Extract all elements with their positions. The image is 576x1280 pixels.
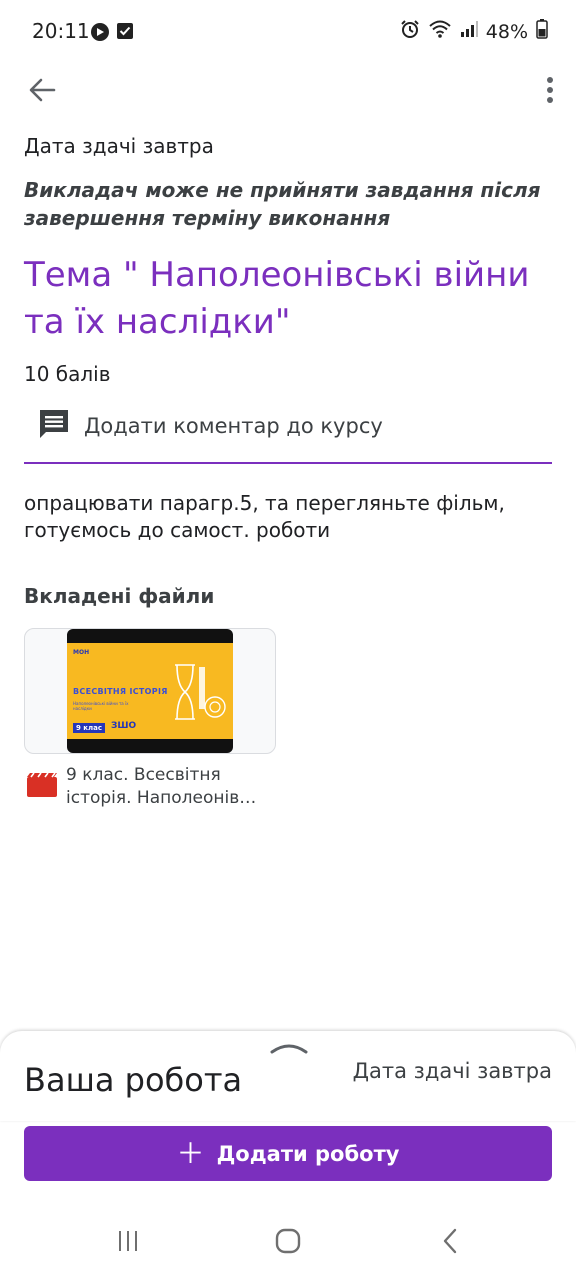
add-work-label: Додати роботу (216, 1141, 400, 1166)
more-vert-icon (547, 77, 553, 103)
signal-icon (460, 20, 478, 43)
battery-percent: 48% (485, 20, 528, 43)
comment-label: Додати коментар до курсу (84, 414, 383, 438)
battery-icon (536, 19, 548, 44)
assignment-description: опрацювати парагр.5, та перегляньте філь… (24, 491, 505, 542)
alarm-icon (400, 19, 420, 44)
home-icon (275, 1228, 301, 1254)
more-options-button[interactable] (542, 72, 558, 108)
thumbnail-subtitle: Наполеонівські війни та їх наслідки (73, 701, 129, 711)
system-nav-bar (0, 1200, 576, 1280)
hourglass-icon (175, 664, 226, 720)
nav-back-icon (443, 1228, 457, 1254)
comment-icon (38, 408, 70, 444)
points: 10 балів (24, 362, 111, 386)
recents-button[interactable] (108, 1226, 148, 1256)
plus-icon: ＋ (176, 1136, 205, 1170)
status-time: 20:11 (32, 19, 90, 43)
wifi-icon (428, 19, 452, 44)
recents-icon (119, 1231, 137, 1251)
thumbnail-title: ВСЕСВІТНЯ ІСТОРІЯ (73, 687, 168, 696)
back-button[interactable] (24, 74, 60, 106)
expand-handle-icon[interactable] (270, 1039, 308, 1058)
media-icon (90, 22, 110, 46)
app-bar (0, 64, 576, 116)
add-class-comment-button[interactable]: Додати коментар до курсу (24, 400, 552, 464)
add-work-button[interactable]: ＋ Додати роботу (24, 1126, 552, 1181)
nav-back-button[interactable] (430, 1226, 470, 1256)
due-date: Дата здачі завтра (24, 134, 214, 158)
assignment-title: Тема " Наполеонівські війни та їх наслід… (24, 255, 530, 342)
your-work-sheet[interactable]: Ваша робота Дата здачі завтра (0, 1031, 576, 1121)
attachment-name[interactable]: 9 клас. Всесвітня історія. Наполеонів… (66, 764, 276, 810)
thumbnail-grade: 9 клас (73, 723, 106, 733)
status-bar: 20:11 48% (0, 0, 576, 64)
late-warning: Викладач може не прийняти завдання після… (24, 178, 541, 230)
check-square-icon (116, 22, 134, 46)
thumbnail-logo: МОН (73, 649, 90, 656)
arrow-back-icon (29, 78, 56, 102)
your-work-due: Дата здачі завтра (352, 1059, 552, 1083)
video-file-icon (26, 772, 58, 802)
attachment-card[interactable]: МОН ВСЕСВІТНЯ ІСТОРІЯ Наполеонівські вій… (24, 628, 276, 754)
video-thumbnail: МОН ВСЕСВІТНЯ ІСТОРІЯ Наполеонівські вій… (67, 629, 233, 753)
your-work-title: Ваша робота (24, 1061, 243, 1099)
home-button[interactable] (268, 1226, 308, 1256)
attachments-heading: Вкладені файли (24, 584, 215, 608)
thumbnail-brand: ЗШО (111, 721, 137, 731)
